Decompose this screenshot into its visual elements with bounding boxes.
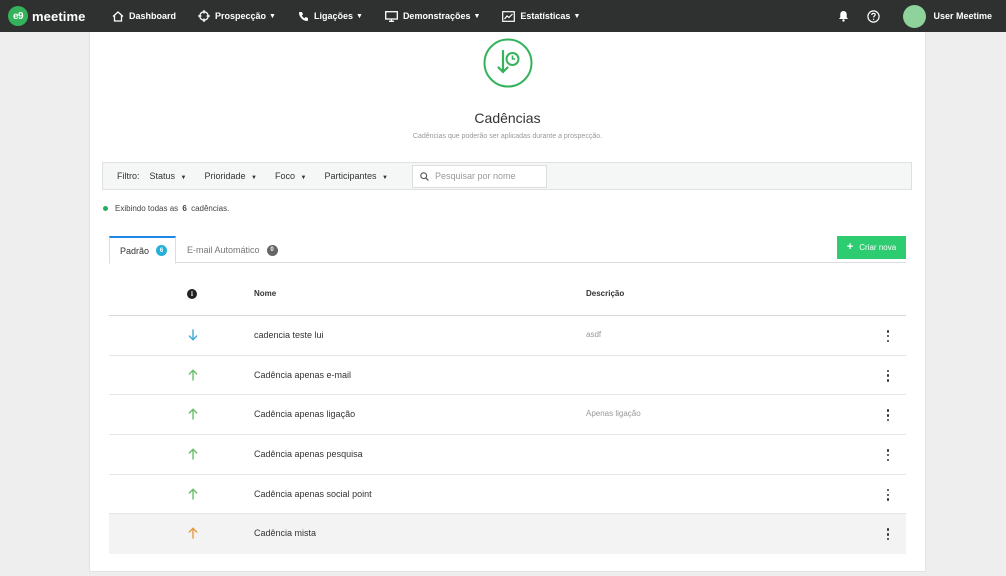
tab-email-label: E-mail Automático: [187, 245, 260, 255]
column-header-description: Descrição: [586, 289, 625, 298]
arrow-up-icon: [188, 448, 198, 460]
arrow-up-icon: [188, 368, 198, 381]
top-right-actions: User Meetime: [835, 0, 1006, 32]
status-prefix: Exibindo todas as: [115, 204, 179, 213]
notifications-bell-icon[interactable]: [835, 8, 851, 24]
arrow-down-icon: [188, 329, 198, 341]
table-row[interactable]: Cadência apenas social point: [109, 475, 906, 515]
cadences-panel: Cadências Cadências que poderão ser apli…: [89, 32, 926, 572]
table-row[interactable]: Cadência apenas ligação Apenas ligação: [109, 395, 906, 436]
home-icon: [112, 10, 124, 22]
nav-estatisticas[interactable]: Estatísticas ▼: [502, 0, 580, 32]
filter-bar: Filtro: Status ▼ Prioridade ▼ Foco ▼ Par…: [102, 162, 912, 190]
cadence-description: asdf: [586, 330, 602, 339]
tab-padrao-label: Padrão: [120, 245, 150, 256]
top-navigation-bar: e9 meetime Dashboard Prospecção ▼ Ligaçõ…: [0, 0, 1006, 32]
filter-focus-label: Foco: [274, 171, 295, 181]
table-row[interactable]: cadencia teste lui asdf: [109, 316, 906, 356]
row-actions-kebab-icon[interactable]: [885, 369, 891, 383]
help-icon[interactable]: [865, 8, 881, 24]
row-actions-kebab-icon[interactable]: [885, 408, 891, 422]
arrow-up-icon: [188, 527, 198, 540]
cadences-table: i Nome Descrição cadencia teste lui asdf C…: [109, 276, 906, 555]
monitor-icon: [384, 10, 398, 22]
table-header: i Nome Descrição: [109, 276, 906, 316]
row-actions-kebab-icon[interactable]: [885, 448, 891, 462]
cadence-timer-icon: [483, 38, 533, 88]
logo-text: meetime: [32, 8, 86, 24]
search-icon: [420, 171, 429, 181]
phone-icon: [298, 11, 308, 21]
plus-icon: +: [846, 241, 854, 253]
tab-padrao[interactable]: Padrão 6: [109, 236, 176, 264]
chevron-down-icon: ▼: [269, 12, 276, 20]
filter-focus-dropdown[interactable]: Foco ▼: [275, 171, 306, 181]
create-button-label: Criar nova: [859, 243, 897, 252]
chevron-down-icon: ▼: [473, 12, 481, 20]
user-menu[interactable]: User Meetime: [903, 4, 992, 28]
cadence-name: Cadência apenas e-mail: [254, 369, 352, 380]
cadence-name: Cadência apenas ligação: [254, 409, 356, 420]
row-actions-kebab-icon[interactable]: [885, 329, 891, 343]
cadence-name: Cadência apenas social point: [254, 488, 372, 499]
status-suffix: cadências.: [191, 204, 230, 213]
status-dot: [103, 206, 108, 211]
tab-email-count: 0: [266, 244, 278, 256]
chevron-down-icon: ▼: [382, 175, 388, 181]
table-row[interactable]: Cadência mista: [109, 514, 906, 555]
column-header-name[interactable]: Nome: [254, 289, 276, 298]
row-actions-kebab-icon[interactable]: [885, 488, 891, 502]
nav-estatisticas-label: Estatísticas: [520, 11, 571, 21]
info-icon[interactable]: i: [187, 289, 197, 299]
filter-status-dropdown[interactable]: Status ▼: [150, 171, 187, 181]
create-cadence-button[interactable]: + Criar nova: [837, 236, 906, 259]
nav-ligacoes[interactable]: Ligações ▼: [298, 0, 363, 32]
tab-padrao-count: 6: [156, 245, 168, 256]
cadence-name: cadencia teste lui: [254, 330, 324, 340]
chevron-down-icon: ▼: [180, 175, 187, 181]
row-actions-kebab-icon[interactable]: [885, 527, 891, 541]
filter-participants-label: Participantes: [324, 171, 377, 181]
filter-participants-dropdown[interactable]: Participantes ▼: [324, 171, 388, 181]
nav-ligacoes-label: Ligações: [313, 11, 353, 21]
user-name: User Meetime: [933, 11, 992, 21]
filter-priority-dropdown[interactable]: Prioridade ▼: [204, 171, 257, 181]
main-nav: Dashboard Prospecção ▼ Ligações ▼ Demons…: [112, 0, 602, 32]
cadence-name: Cadência mista: [254, 528, 317, 539]
page-title: Cadências: [474, 110, 541, 126]
chevron-down-icon: ▼: [251, 175, 257, 181]
avatar: [903, 4, 927, 28]
table-body: cadencia teste lui asdf Cadência apenas e-…: [109, 316, 906, 555]
filter-status-label: Status: [149, 171, 176, 181]
cadence-description: Apenas ligação: [586, 409, 641, 419]
nav-dashboard-label: Dashboard: [129, 11, 177, 21]
page-subtitle: Cadências que poderão ser aplicadas dura…: [412, 133, 603, 140]
nav-dashboard[interactable]: Dashboard: [112, 0, 176, 32]
nav-demonstracoes[interactable]: Demonstrações ▼: [384, 0, 481, 32]
arrow-up-icon: [188, 408, 198, 421]
chevron-down-icon: ▼: [300, 175, 307, 181]
status-summary: Exibindo todas as 6 cadências.: [103, 204, 229, 213]
cadence-tabs: Padrão 6 E-mail Automático 0: [109, 236, 906, 264]
tab-email-automatico[interactable]: E-mail Automático 0: [187, 236, 278, 264]
nav-demonstracoes-label: Demonstrações: [402, 11, 471, 21]
chevron-down-icon: ▼: [356, 12, 363, 20]
nav-prospeccao-label: Prospecção: [215, 11, 267, 21]
chart-icon: [502, 10, 516, 22]
search-input[interactable]: [434, 171, 540, 181]
filter-priority-label: Prioridade: [204, 171, 246, 181]
cadence-name: Cadência apenas pesquisa: [254, 449, 363, 460]
chevron-down-icon: ▼: [573, 12, 581, 20]
table-row[interactable]: Cadência apenas pesquisa: [109, 435, 906, 475]
filter-label: Filtro:: [117, 171, 140, 181]
arrow-up-icon: [188, 488, 198, 500]
status-count: 6: [182, 204, 187, 213]
nav-prospeccao[interactable]: Prospecção ▼: [198, 0, 276, 32]
crosshair-icon: [198, 10, 211, 22]
meetime-logo[interactable]: e9 meetime: [8, 0, 98, 32]
table-row[interactable]: Cadência apenas e-mail: [109, 356, 906, 396]
search-box[interactable]: [411, 164, 547, 188]
logo-badge: e9: [8, 6, 28, 26]
